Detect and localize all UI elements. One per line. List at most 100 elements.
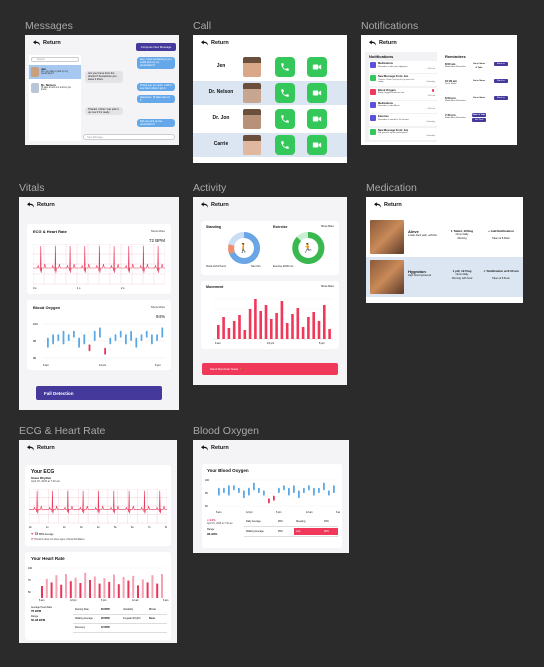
stat-label: Low [296,530,301,533]
stat-value: 95% [278,530,283,533]
alert-dot [431,89,434,92]
show-more-link[interactable]: Show More [151,305,165,309]
return-button[interactable]: Return [27,202,55,208]
run-figure-icon: 🏃 [302,242,313,253]
blood-oxygen-card[interactable]: Blood Oxygen Show More 94% 100 95 90 6 am 12… [27,300,171,370]
ecg-tick-label: 4s [97,526,100,529]
notification-body: Reminder to take your Hygroton [378,65,408,68]
message-bubble: Did you pick up the prescription? [137,119,175,128]
oxygen-range-bar [78,337,80,348]
reminder-complete-button[interactable]: Set Task [472,118,486,122]
oxygen-range-bar [318,487,320,493]
ecg-tick-label: 0s [29,526,32,529]
return-button[interactable]: Return [33,40,61,46]
medication-notification-button[interactable]: ✓ Notification at 8:30 am [482,269,520,273]
notification-item[interactable]: Blood Oxygen Blood Oxygen levels are low 9… [369,87,437,100]
reminder-action-button[interactable]: Mark & Take [472,113,486,117]
ecg-tick-label: 5s [114,526,117,529]
phone-call-button[interactable] [275,57,295,77]
section-title-call: Call [193,20,212,32]
conversation-item[interactable]: Jen Are you able to pick up my prescript… [29,65,81,79]
search-input[interactable]: Search [31,57,79,62]
section-title-ecg: ECG & Heart Rate [19,425,106,437]
medication-notification-button[interactable]: + Add Notification [482,229,520,233]
return-button[interactable]: Return [201,40,229,46]
movement-bar [285,323,289,339]
reminder-complete-button[interactable]: Mark as Complete [494,79,508,86]
heart-rate-bar [146,582,149,598]
ecg-card[interactable]: ECG & Heart Rate Show More 72 BPM 0 s1 s… [27,224,171,294]
medication-frequency: Once Daily [455,273,469,276]
oxygen-detail-card: Your Blood Oxygen 100 95 90 6 am 12 pm 6 pm 12… [202,464,342,548]
stat-label: Walking Average [246,530,264,533]
standing-exercise-card[interactable]: Standing Exercise Show More 🚶 Stood 12/1… [201,221,339,275]
notification-body: Did you pick up the prescription? [378,132,409,134]
heart-rate-bar [69,581,72,598]
message-bubble: Hey, I was wondering if you could pick u… [137,57,175,69]
movement-card[interactable]: Movement Show More 6 am 12 pm 6 pm [201,281,339,349]
oxygen-range-bar [109,337,112,345]
reminder-action-button[interactable]: Go to Store & Take [472,62,486,69]
show-more-link[interactable]: Show More [151,229,165,233]
phone-call-button[interactable] [275,83,295,103]
stand-reminder-button[interactable]: Stand Reminder Notes 🚶 [202,363,338,375]
reminder-action-button[interactable]: Go to Store [472,79,486,83]
return-button[interactable]: Return [201,202,229,208]
oxygen-range-bar [333,485,335,493]
video-call-button[interactable] [307,83,327,103]
notification-item[interactable]: Medications Reminder to take your Hygroto… [369,61,437,73]
video-call-button[interactable] [307,57,327,77]
phone-icon [281,89,289,97]
message-bubble: Are you home from the doctors? Sometimes… [85,71,123,83]
notification-item[interactable]: Exercise Reminder to stand for 10 minutes… [369,114,437,127]
return-button[interactable]: Return [374,202,402,208]
return-arrow-icon [369,40,376,46]
show-more-link[interactable]: Show More [321,285,334,288]
phone-call-button[interactable] [275,109,295,129]
y-tick-label: 90 [33,356,37,360]
notification-item[interactable]: New Message From: Jen Thanks! I think I c… [369,74,437,87]
ecg-note: ❤ This ECG does not show signs of Atrial… [31,539,85,541]
oxygen-detail-chart: 100 95 90 6 am 12 pm 6 pm 12 am 6 am [205,479,340,514]
notification-app-icon [370,128,376,135]
heart-rate-bar [84,572,87,598]
fall-detection-button[interactable]: Fall Detection [36,386,162,400]
call-contact-row: Jen [193,55,347,79]
notification-item[interactable]: Medications Reminder to take Aleve 8:00 am [369,100,437,113]
heart-rate-bar [156,583,159,598]
oxygen-range-bar [119,330,122,338]
contact-name: Dr. Nelson [208,89,234,95]
x-tick-label: 6 am [39,599,44,602]
message-input[interactable]: New Message [83,134,175,140]
return-button[interactable]: Return [369,40,397,46]
notification-item[interactable]: New Message From: Jen Did you pick up the… [369,127,437,140]
return-arrow-icon [27,202,34,208]
reminder-action-button[interactable]: Go to Store [472,96,486,100]
phone-call-button[interactable] [275,135,295,155]
oxygen-range-bar [253,482,255,491]
movement-chart: 6 am 12 pm 6 pm [213,298,333,345]
y-tick-label: 100 [33,322,38,326]
oxygen-range-bar [268,498,270,504]
conversation-item[interactable]: Dr. Nelson I'll take a look at it and le… [29,81,81,95]
movement-bar [238,315,241,339]
return-button[interactable]: Return [27,445,55,451]
x-tick-label: 6 am [215,341,221,345]
return-arrow-icon [201,445,208,451]
y-tick-label: 100 [28,567,33,570]
show-more-link[interactable]: Show More [321,225,334,228]
heart-rate-chart: 100 75 50 6 am 12 pm 6 pm 12 am 6 am [28,567,168,602]
reminder-complete-button[interactable]: Mark as Complete [494,62,508,69]
oxygen-range-bar [248,487,250,496]
compose-button[interactable]: Compose New Message [136,43,176,51]
return-button[interactable]: Return [201,445,229,451]
video-call-button[interactable] [307,109,327,129]
oxygen-range-bar [52,334,54,345]
video-call-button[interactable] [307,135,327,155]
reminder-title: Medication Reminder [445,117,466,119]
section-title-vitals: Vitals [19,182,45,194]
oxygen-range-bar [140,334,143,341]
movement-bar [296,308,300,339]
ecg-heart-rate-screen: Return Your ECG Sinus Rhythm April 15, 2… [19,440,177,643]
reminder-complete-button[interactable]: Mark as Complete [494,96,508,103]
